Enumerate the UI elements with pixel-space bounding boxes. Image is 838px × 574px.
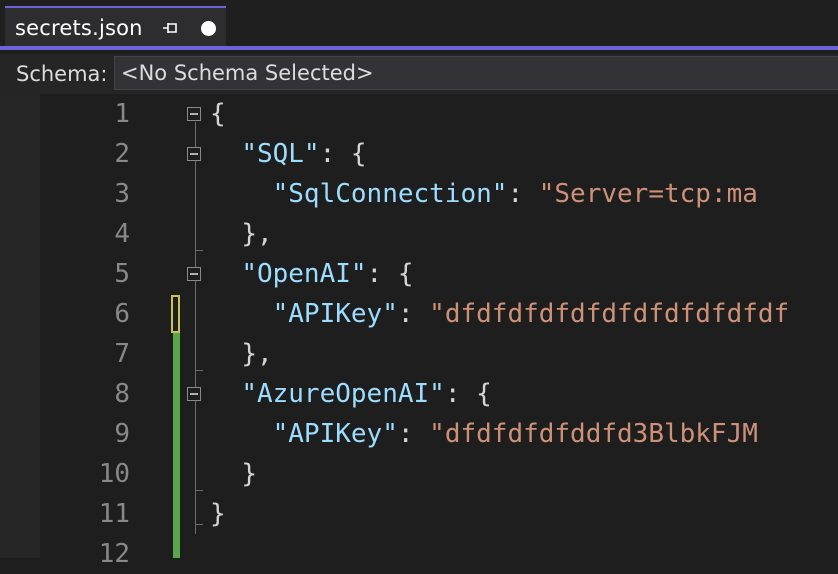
code-line[interactable]: "APIKey": "dfdfdfdfddfd3BlbkFJM (210, 414, 758, 454)
code-line[interactable]: } (210, 454, 257, 494)
line-number: 6 (114, 299, 130, 329)
line-number: 10 (98, 459, 130, 489)
line-number: 11 (98, 499, 130, 529)
line-number: 4 (114, 219, 130, 249)
outline-guide-end (195, 524, 203, 525)
schema-value: <No Schema Selected> (121, 61, 374, 85)
code-line[interactable]: } (210, 494, 226, 534)
line-number: 3 (114, 179, 130, 209)
code-line[interactable]: "SQL": { (210, 134, 366, 174)
line-number: 2 (114, 139, 130, 169)
line-number: 9 (114, 419, 130, 449)
code-line[interactable]: }, (210, 214, 272, 254)
unsaved-change-indicator (171, 295, 180, 333)
collapse-box-icon[interactable] (187, 387, 201, 401)
collapse-box-icon[interactable] (187, 107, 201, 121)
line-number: 12 (98, 539, 130, 569)
schema-label: Schema: (16, 62, 108, 86)
code-editor[interactable]: 1 2 3 4 5 6 7 8 9 10 11 12 { "SQL": { "S… (0, 94, 838, 569)
outline-guide-end (195, 490, 203, 491)
line-number: 5 (114, 259, 130, 289)
code-line[interactable]: { (210, 94, 226, 134)
outline-guide-end (195, 250, 203, 251)
code-line[interactable]: "OpenAI": { (210, 254, 413, 294)
tab-title: secrets.json (15, 16, 143, 40)
code-line[interactable]: "APIKey": "dfdfdfdfdfdfdfdfdfdfdf (210, 294, 790, 334)
tab-strip: secrets.json (0, 0, 838, 48)
pin-icon[interactable] (162, 19, 180, 37)
saved-change-indicator (173, 333, 180, 558)
indicator-margin (0, 94, 40, 558)
line-number: 7 (114, 339, 130, 369)
collapse-box-icon[interactable] (187, 267, 201, 281)
code-line[interactable]: "AzureOpenAI": { (210, 374, 491, 414)
tab-accent-bar (0, 46, 838, 50)
collapse-box-icon[interactable] (187, 147, 201, 161)
line-number: 1 (114, 99, 130, 129)
line-number: 8 (114, 379, 130, 409)
tab-secrets-json[interactable]: secrets.json (5, 6, 226, 46)
outline-guide (195, 122, 196, 534)
modified-dot-icon[interactable] (201, 21, 216, 36)
outline-guide-end (195, 370, 203, 371)
code-line[interactable]: "SqlConnection": "Server=tcp:ma (210, 174, 758, 214)
schema-bar: Schema: <No Schema Selected> (0, 54, 838, 94)
schema-dropdown[interactable]: <No Schema Selected> (114, 56, 838, 90)
code-line[interactable]: }, (210, 334, 272, 374)
